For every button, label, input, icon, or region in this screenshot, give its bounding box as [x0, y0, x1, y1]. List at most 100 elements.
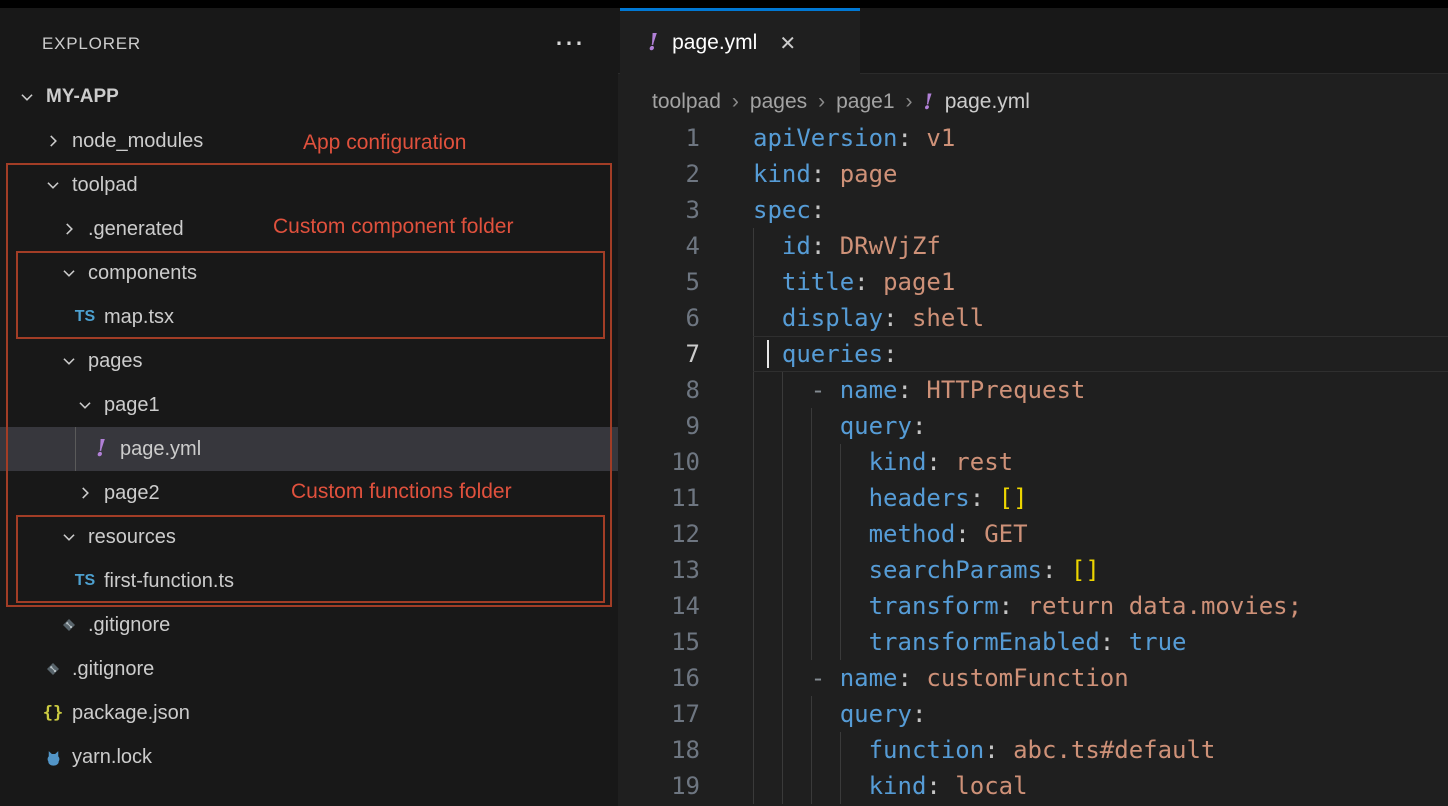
tree-item-label: MY-APP	[46, 86, 119, 108]
yarn-icon	[40, 744, 66, 770]
line-number: 2	[618, 156, 753, 192]
code-line-3: 3spec:	[618, 192, 1448, 228]
chevron-down-icon	[72, 392, 98, 418]
tree-item-label: resources	[88, 526, 176, 549]
breadcrumb-item-page1[interactable]: page1	[836, 90, 894, 114]
tree-item-label: first-function.ts	[104, 570, 234, 593]
line-number: 6	[618, 300, 753, 336]
code-editor[interactable]: 1apiVersion: v12kind: page3spec:4 id: DR…	[618, 120, 1448, 804]
tree-item-label: components	[88, 262, 197, 285]
code-line-1: 1apiVersion: v1	[618, 120, 1448, 156]
tab-bar: ! page.yml ✕	[618, 8, 1448, 74]
tree-item-label: toolpad	[72, 174, 138, 197]
code-line-11: 11 headers: []	[618, 480, 1448, 516]
typescript-icon: TS	[72, 568, 98, 594]
typescript-icon: TS	[72, 304, 98, 330]
code-line-2: 2kind: page	[618, 156, 1448, 192]
json-icon: {}	[40, 700, 66, 726]
file-tree: MY-APP node_modulestoolpad .generated compo…	[0, 8, 618, 806]
line-number: 8	[618, 372, 753, 408]
tree-item-label: .gitignore	[88, 614, 170, 637]
code-line-15: 15 transformEnabled: true	[618, 624, 1448, 660]
vscode-window: EXPLORER ⋯ MY-APPnode_modulestoolpad.gen…	[0, 0, 1448, 806]
breadcrumb-item-page-yml[interactable]: page.yml	[945, 90, 1030, 114]
tree-item-package-json[interactable]: {} package.json	[0, 691, 618, 735]
chevron-right-icon	[56, 216, 82, 242]
yaml-warning-icon: !	[924, 91, 933, 113]
tree-item-label: pages	[88, 350, 143, 373]
code-line-16: 16 - name: customFunction	[618, 660, 1448, 696]
line-number: 17	[618, 696, 753, 732]
chevron-right-icon	[40, 128, 66, 154]
tree-item-label: page2	[104, 482, 160, 505]
window-top-strip	[0, 0, 1448, 8]
tree-item-page1[interactable]: page1	[0, 383, 618, 427]
code-line-6: 6 display: shell	[618, 300, 1448, 336]
yaml-warning-icon: !	[88, 436, 114, 462]
breadcrumb-separator-icon: ›	[906, 90, 913, 114]
line-number: 5	[618, 264, 753, 300]
tree-item--generated[interactable]: .generated	[0, 207, 618, 251]
code-line-10: 10 kind: rest	[618, 444, 1448, 480]
tab-label: page.yml	[672, 31, 757, 55]
tree-item-yarn-lock[interactable]: yarn.lock	[0, 735, 618, 779]
tab-close-icon[interactable]: ✕	[779, 31, 796, 56]
tree-item-resources[interactable]: resources	[0, 515, 618, 559]
tree-item-label: .generated	[88, 218, 184, 241]
code-line-12: 12 method: GET	[618, 516, 1448, 552]
tree-item-label: package.json	[72, 702, 190, 725]
tab-page-yml[interactable]: ! page.yml ✕	[620, 8, 860, 75]
tree-item-toolpad[interactable]: toolpad	[0, 163, 618, 207]
tree-item-node-modules[interactable]: node_modules	[0, 119, 618, 163]
tree-item-label: .gitignore	[72, 658, 154, 681]
tree-item-label: node_modules	[72, 130, 203, 153]
git-icon	[40, 656, 66, 682]
code-line-19: 19 kind: local	[618, 768, 1448, 804]
explorer-sidebar: EXPLORER ⋯ MY-APPnode_modulestoolpad.gen…	[0, 8, 618, 806]
tree-item-page-yml[interactable]: ! page.yml	[0, 427, 618, 471]
chevron-down-icon	[14, 84, 40, 110]
tree-item-label: map.tsx	[104, 306, 174, 329]
chevron-down-icon	[40, 172, 66, 198]
tree-item-label: page1	[104, 394, 160, 417]
tree-item--gitignore[interactable]: .gitignore	[0, 647, 618, 691]
code-line-9: 9 query:	[618, 408, 1448, 444]
line-number: 18	[618, 732, 753, 768]
line-number: 19	[618, 768, 753, 804]
line-number: 14	[618, 588, 753, 624]
line-number: 3	[618, 192, 753, 228]
tree-item--gitignore[interactable]: .gitignore	[0, 603, 618, 647]
line-number: 15	[618, 624, 753, 660]
code-line-17: 17 query:	[618, 696, 1448, 732]
tree-item-map-tsx[interactable]: TS map.tsx	[0, 295, 618, 339]
code-line-14: 14 transform: return data.movies;	[618, 588, 1448, 624]
line-number: 12	[618, 516, 753, 552]
tree-item-first-function-ts[interactable]: TS first-function.ts	[0, 559, 618, 603]
line-number: 16	[618, 660, 753, 696]
tree-indent-guide	[75, 427, 76, 471]
chevron-down-icon	[56, 348, 82, 374]
chevron-right-icon	[72, 480, 98, 506]
code-line-18: 18 function: abc.ts#default	[618, 732, 1448, 768]
line-number: 7	[618, 336, 753, 372]
tree-item-page2[interactable]: page2	[0, 471, 618, 515]
tree-item-components[interactable]: components	[0, 251, 618, 295]
breadcrumb-item-toolpad[interactable]: toolpad	[652, 90, 721, 114]
line-number: 1	[618, 120, 753, 156]
chevron-down-icon	[56, 260, 82, 286]
yaml-warning-icon: !	[648, 32, 658, 54]
tree-item-my-app[interactable]: MY-APP	[0, 75, 618, 119]
code-line-8: 8 - name: HTTPrequest	[618, 372, 1448, 408]
chevron-down-icon	[56, 524, 82, 550]
line-number: 9	[618, 408, 753, 444]
code-line-4: 4 id: DRwVjZf	[618, 228, 1448, 264]
tree-item-pages[interactable]: pages	[0, 339, 618, 383]
tree-item-label: page.yml	[120, 438, 201, 461]
breadcrumb-separator-icon: ›	[732, 90, 739, 114]
breadcrumb-separator-icon: ›	[818, 90, 825, 114]
line-number: 10	[618, 444, 753, 480]
breadcrumb-item-pages[interactable]: pages	[750, 90, 807, 114]
code-line-5: 5 title: page1	[618, 264, 1448, 300]
line-number: 4	[618, 228, 753, 264]
code-line-13: 13 searchParams: []	[618, 552, 1448, 588]
